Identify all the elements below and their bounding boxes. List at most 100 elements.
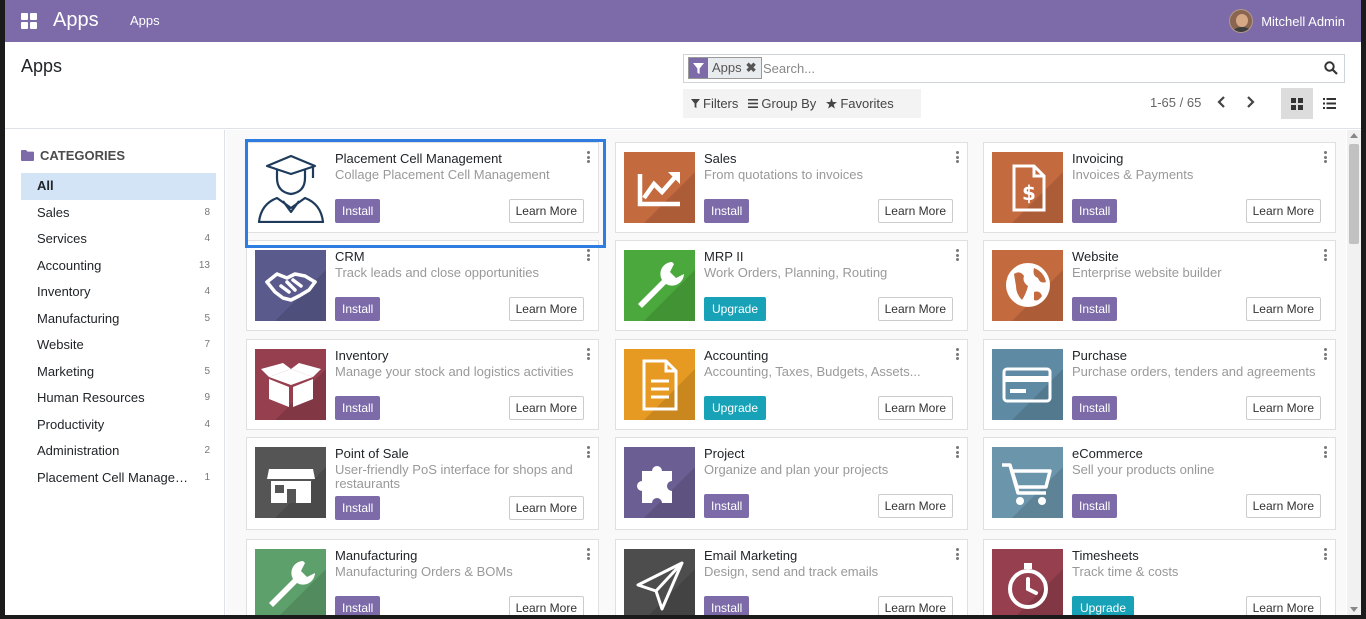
install-button[interactable]: Install — [1072, 396, 1118, 420]
search-options: Filters Group By Favorites — [683, 89, 921, 118]
search-icon[interactable] — [1324, 61, 1338, 75]
more-options-icon[interactable] — [587, 348, 591, 360]
learn-more-button[interactable]: Learn More — [877, 199, 953, 223]
install-button[interactable]: Install — [335, 596, 381, 615]
install-button[interactable]: Install — [1072, 199, 1118, 223]
search-bar: Apps ✖ — [683, 54, 1345, 83]
sidebar-item-marketing[interactable]: Marketing 5 — [21, 359, 216, 386]
learn-more-button[interactable]: Learn More — [1245, 199, 1321, 223]
app-card[interactable]: Inventory Manage your stock and logistics… — [246, 339, 599, 430]
install-button[interactable]: Install — [335, 297, 381, 321]
app-card[interactable]: MRP II Work Orders, Planning, Routing Upgr… — [615, 240, 968, 331]
nav-menu-apps[interactable]: Apps — [130, 13, 160, 28]
upgrade-button[interactable]: Upgrade — [704, 396, 767, 420]
scroll-up-arrow[interactable] — [1350, 133, 1358, 138]
scrollbar[interactable] — [1347, 130, 1361, 615]
kanban-view-button[interactable] — [1281, 88, 1313, 119]
app-card[interactable]: Manufacturing Manufacturing Orders & BOMs… — [246, 539, 599, 615]
app-card[interactable]: Sales From quotations to invoices Install L… — [615, 142, 968, 233]
category-count: 13 — [198, 259, 210, 271]
sidebar-item-placement-cell-management[interactable]: Placement Cell Management 1 — [21, 465, 216, 492]
chevron-right-icon[interactable] — [1244, 95, 1256, 109]
chevron-left-icon[interactable] — [1216, 95, 1228, 109]
more-options-icon[interactable] — [587, 151, 591, 163]
learn-more-button[interactable]: Learn More — [1245, 596, 1321, 615]
learn-more-button[interactable]: Learn More — [508, 396, 584, 420]
scroll-down-arrow[interactable] — [1350, 607, 1358, 612]
learn-more-button[interactable]: Learn More — [508, 496, 584, 520]
sidebar-item-productivity[interactable]: Productivity 4 — [21, 412, 216, 439]
app-card[interactable]: Placement Cell Management Collage Placeme… — [246, 142, 599, 233]
more-options-icon[interactable] — [956, 249, 960, 261]
sidebar-item-inventory[interactable]: Inventory 4 — [21, 279, 216, 306]
sidebar-item-manufacturing[interactable]: Manufacturing 5 — [21, 306, 216, 333]
learn-more-button[interactable]: Learn More — [508, 297, 584, 321]
category-count: 2 — [204, 445, 210, 456]
more-options-icon[interactable] — [956, 446, 960, 458]
category-count: 4 — [204, 286, 210, 297]
app-card[interactable]: Email Marketing Design, send and track em… — [615, 539, 968, 615]
install-button[interactable]: Install — [704, 199, 750, 223]
group-by-button[interactable]: Group By — [748, 96, 816, 111]
category-count: 5 — [204, 365, 210, 377]
more-options-icon[interactable] — [956, 348, 960, 360]
app-card[interactable]: Purchase Purchase orders, tenders and agr… — [983, 339, 1336, 430]
user-menu[interactable]: Mitchell Admin — [1229, 8, 1345, 34]
learn-more-button[interactable]: Learn More — [877, 297, 953, 321]
list-view-button[interactable] — [1313, 88, 1345, 119]
learn-more-button[interactable]: Learn More — [877, 396, 953, 420]
learn-more-button[interactable]: Learn More — [1245, 494, 1321, 518]
sidebar-item-accounting[interactable]: Accounting 13 — [21, 253, 216, 280]
install-button[interactable]: Install — [1072, 494, 1118, 518]
install-button[interactable]: Install — [335, 199, 381, 223]
search-input[interactable] — [763, 58, 1303, 79]
more-options-icon[interactable] — [587, 446, 591, 458]
app-card[interactable]: Timesheets Track time & costs Upgrade Learn… — [983, 539, 1336, 615]
app-grid-icon[interactable] — [21, 13, 37, 29]
learn-more-button[interactable]: Learn More — [1245, 396, 1321, 420]
app-card[interactable]: eCommerce Sell your products online Instal… — [983, 437, 1336, 530]
more-options-icon[interactable] — [956, 548, 960, 560]
more-options-icon[interactable] — [1324, 548, 1328, 560]
app-brand[interactable]: Apps — [53, 9, 99, 32]
more-options-icon[interactable] — [1324, 446, 1328, 458]
filters-button[interactable]: Filters — [691, 96, 738, 111]
sidebar-item-all[interactable]: All — [21, 173, 216, 200]
sidebar-item-sales[interactable]: Sales 8 — [21, 200, 216, 227]
more-options-icon[interactable] — [1324, 249, 1328, 261]
scroll-thumb[interactable] — [1349, 144, 1359, 244]
learn-more-button[interactable]: Learn More — [1245, 297, 1321, 321]
more-options-icon[interactable] — [587, 548, 591, 560]
app-card[interactable]: CRM Track leads and close opportunities In… — [246, 240, 599, 331]
install-button[interactable]: Install — [1072, 297, 1118, 321]
learn-more-button[interactable]: Learn More — [877, 494, 953, 518]
sidebar-item-administration[interactable]: Administration 2 — [21, 438, 216, 465]
upgrade-button[interactable]: Upgrade — [704, 297, 767, 321]
install-button[interactable]: Install — [704, 596, 750, 615]
app-card[interactable]: Website Enterprise website builder Install… — [983, 240, 1336, 331]
learn-more-button[interactable]: Learn More — [877, 596, 953, 615]
learn-more-button[interactable]: Learn More — [508, 596, 584, 615]
sidebar-item-services[interactable]: Services 4 — [21, 226, 216, 253]
pager-value[interactable]: 1-65 / 65 — [1150, 95, 1201, 110]
install-button[interactable]: Install — [704, 494, 750, 518]
categories-header: CATEGORIES — [21, 148, 125, 163]
app-card[interactable]: Point of Sale User-friendly PoS interface… — [246, 437, 599, 530]
upgrade-button[interactable]: Upgrade — [1072, 596, 1135, 615]
install-button[interactable]: Install — [335, 396, 381, 420]
facet-remove-icon[interactable]: ✖ — [746, 58, 761, 78]
learn-more-button[interactable]: Learn More — [508, 199, 584, 223]
install-button[interactable]: Install — [335, 496, 381, 520]
app-card[interactable]: Accounting Accounting, Taxes, Budgets, As… — [615, 339, 968, 430]
more-options-icon[interactable] — [1324, 348, 1328, 360]
more-options-icon[interactable] — [1324, 151, 1328, 163]
category-name: Services — [37, 231, 87, 246]
app-card[interactable]: Project Organize and plan your projects In… — [615, 437, 968, 530]
stopwatch-icon — [992, 549, 1063, 615]
sidebar-item-website[interactable]: Website 7 — [21, 332, 216, 359]
more-options-icon[interactable] — [956, 151, 960, 163]
app-card[interactable]: $ Invoicing Invoices & Payments Install Lear… — [983, 142, 1336, 233]
sidebar-item-human-resources[interactable]: Human Resources 9 — [21, 385, 216, 412]
favorites-button[interactable]: Favorites — [826, 96, 894, 111]
more-options-icon[interactable] — [587, 249, 591, 261]
